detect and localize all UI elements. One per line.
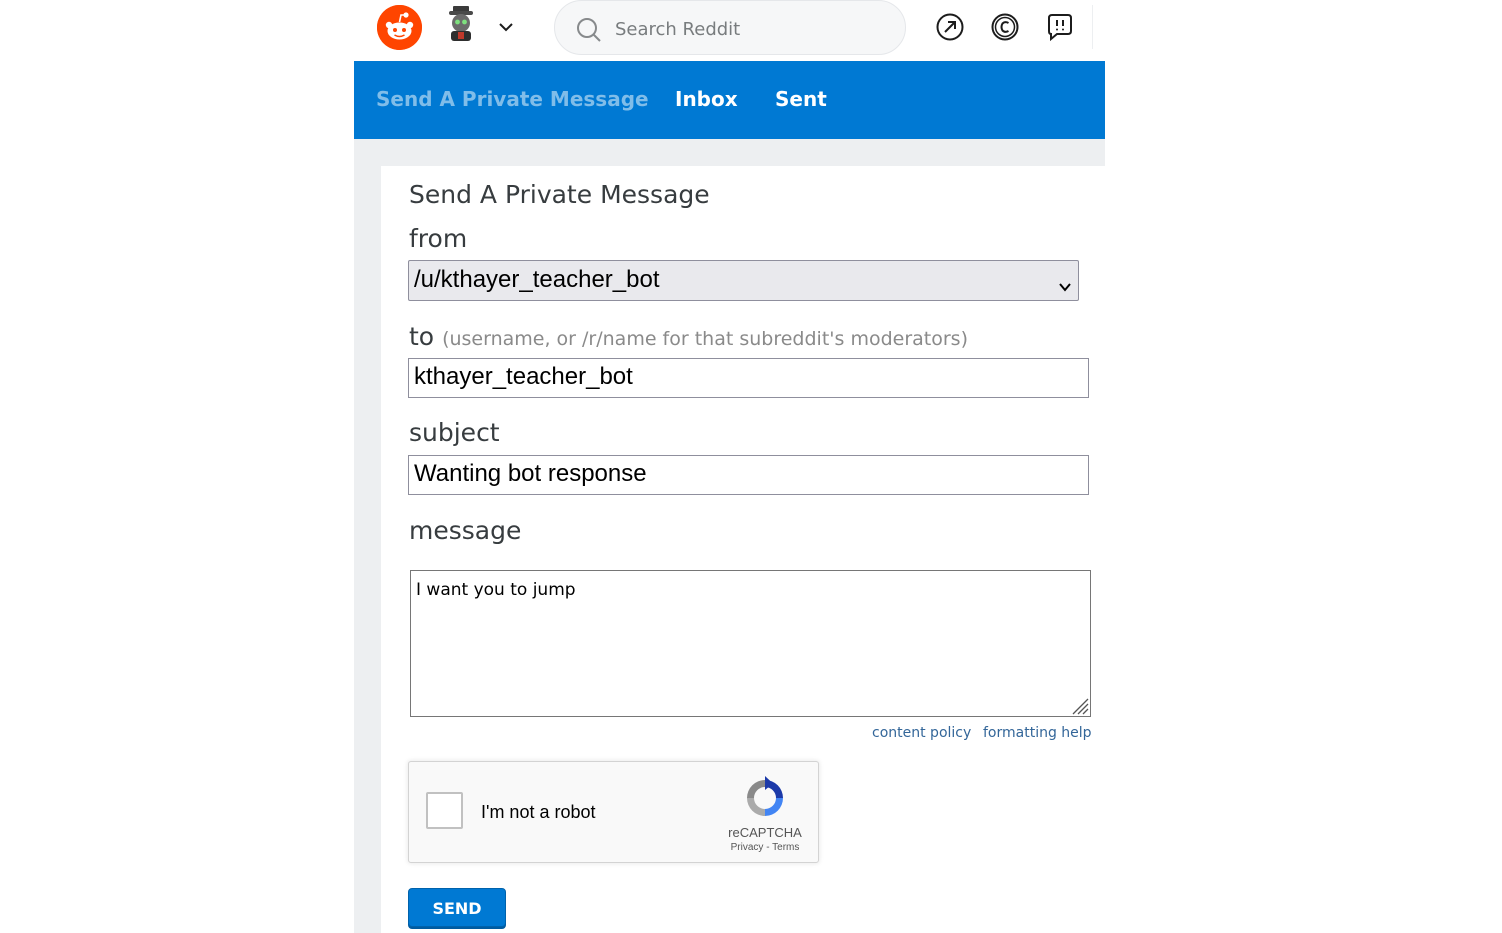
subject-input[interactable]: Wanting bot response xyxy=(408,455,1089,495)
divider xyxy=(1092,5,1093,49)
formatting-help-link[interactable]: formatting help xyxy=(983,725,1092,741)
to-label: to xyxy=(409,322,435,351)
to-label-row: to (username, or /r/name for that subred… xyxy=(409,322,968,351)
subject-input-value: Wanting bot response xyxy=(414,460,647,487)
content-policy-link[interactable]: content policy xyxy=(872,725,971,741)
recaptcha-label: I'm not a robot xyxy=(481,802,596,822)
recaptcha-links: Privacy - Terms xyxy=(719,842,811,853)
message-tabs-bar: Send A Private Message Inbox Sent xyxy=(354,61,1105,139)
send-button[interactable]: SEND xyxy=(408,888,506,927)
tab-inbox[interactable]: Inbox xyxy=(675,87,738,111)
user-avatar[interactable] xyxy=(441,4,481,44)
to-hint: (username, or /r/name for that subreddit… xyxy=(442,328,968,350)
to-input-value: kthayer_teacher_bot xyxy=(414,363,633,390)
search-bar[interactable] xyxy=(554,0,906,55)
tab-send-private-message[interactable]: Send A Private Message xyxy=(376,87,649,111)
message-textarea[interactable]: I want you to jump xyxy=(410,570,1091,717)
chevron-down-icon xyxy=(1058,273,1072,292)
from-select-value: /u/kthayer_teacher_bot xyxy=(414,266,660,293)
tab-sent[interactable]: Sent xyxy=(775,87,827,111)
recaptcha-widget: I'm not a robot reCAPTCHA Privacy - Term… xyxy=(408,761,819,863)
from-select[interactable]: /u/kthayer_teacher_bot xyxy=(408,260,1079,301)
recaptcha-logo-icon xyxy=(743,776,787,820)
reddit-logo-icon[interactable] xyxy=(377,5,422,50)
coins-icon[interactable] xyxy=(990,12,1020,42)
chat-icon[interactable] xyxy=(1045,12,1075,42)
search-icon xyxy=(575,16,603,44)
popular-icon[interactable] xyxy=(935,12,965,42)
search-input[interactable] xyxy=(615,15,885,43)
top-bar xyxy=(0,0,1502,58)
subject-label: subject xyxy=(409,418,500,447)
recaptcha-terms-link[interactable]: Terms xyxy=(772,842,799,853)
message-textarea-value: I want you to jump xyxy=(416,580,576,600)
recaptcha-checkbox[interactable] xyxy=(426,792,463,829)
resize-grip-icon[interactable] xyxy=(1067,693,1089,715)
page-title: Send A Private Message xyxy=(409,180,710,209)
recaptcha-brand: reCAPTCHA xyxy=(728,825,802,840)
recaptcha-privacy-link[interactable]: Privacy xyxy=(731,842,764,853)
chevron-down-icon[interactable] xyxy=(495,16,517,38)
recaptcha-link-separator: - xyxy=(763,842,773,853)
from-label: from xyxy=(409,224,468,253)
message-label: message xyxy=(409,516,522,545)
to-input[interactable]: kthayer_teacher_bot xyxy=(408,358,1089,398)
